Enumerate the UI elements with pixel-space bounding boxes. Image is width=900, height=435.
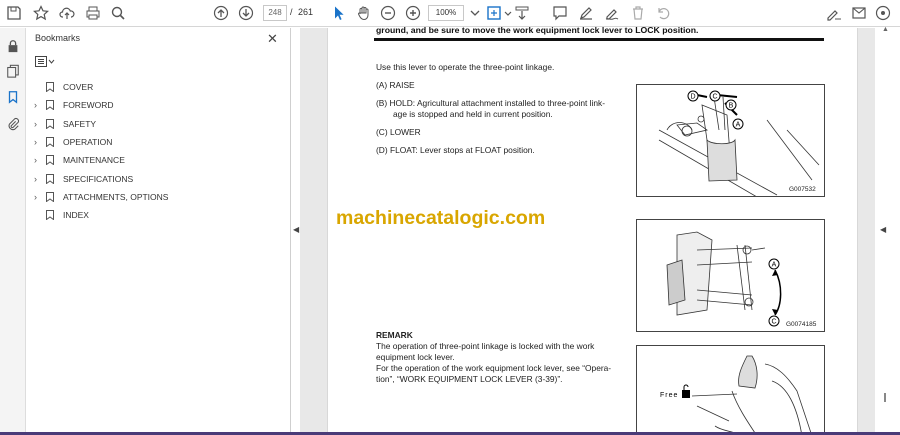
bookmark-icon: [46, 173, 54, 184]
help-icon[interactable]: [873, 3, 893, 23]
bookmark-label: MAINTENANCE: [63, 155, 125, 166]
callout-a-fig2: A: [772, 262, 777, 269]
undo-icon[interactable]: [653, 3, 673, 23]
item-float: (D) FLOAT: Lever stops at FLOAT position…: [376, 145, 535, 155]
bookmark-label: SPECIFICATIONS: [63, 173, 134, 184]
bookmark-item-foreword[interactable]: › FOREWORD: [27, 96, 291, 114]
bookmark-item-cover[interactable]: COVER: [27, 78, 291, 96]
zoom-out-icon[interactable]: [378, 3, 398, 23]
zoom-in-icon[interactable]: [403, 3, 423, 23]
linkage-illustration: A C: [666, 231, 782, 327]
bookmark-item-attachments-options[interactable]: › ATTACHMENTS, OPTIONS: [27, 188, 291, 206]
callout-c-fig2: C: [771, 319, 776, 326]
bookmark-label: INDEX: [63, 210, 89, 221]
page-total: 261: [298, 7, 314, 17]
remark-line3: For the operation of the work equipment …: [376, 363, 612, 373]
figure-lever-positions: D C B A G007532: [636, 84, 825, 197]
mail-icon[interactable]: [849, 3, 869, 23]
print-icon[interactable]: [83, 3, 103, 23]
collapse-panel-right-icon[interactable]: ◀: [880, 225, 886, 234]
next-page-icon[interactable]: [236, 3, 256, 23]
navigation-rail: [0, 28, 26, 435]
item-hold-line2: age is stopped and held in current posit…: [393, 109, 553, 119]
toolbar: 248 / 261 100%: [0, 0, 900, 27]
bookmark-label: SAFETY: [63, 118, 97, 129]
callout-a-top: A: [736, 122, 741, 129]
bookmark-label: COVER: [63, 82, 94, 93]
collapse-panel-left-icon[interactable]: ◀: [293, 225, 299, 234]
scroll-mode-icon[interactable]: [512, 3, 532, 23]
bookmark-item-operation[interactable]: › OPERATION: [27, 133, 291, 151]
bookmarks-panel: Bookmarks ✕ COVER › FOREWORD › SAFETY › …: [27, 28, 291, 435]
callout-d: D: [690, 94, 695, 101]
zoom-level-input[interactable]: 100%: [428, 5, 464, 21]
bookmark-icon: [46, 210, 54, 221]
remark-line4: tion”, “WORK EQUIPMENT LOCK LEVER (3-39)…: [376, 374, 563, 384]
bookmarks-title: Bookmarks: [35, 33, 81, 43]
bookmark-label: ATTACHMENTS, OPTIONS: [63, 191, 169, 202]
bookmark-list: COVER › FOREWORD › SAFETY › OPERATION › …: [27, 78, 291, 224]
figure-lock-lever: Free: [636, 345, 825, 435]
callout-c-top: C: [712, 94, 717, 101]
close-icon[interactable]: ✕: [267, 31, 278, 47]
lock-lever-illustration: Free: [660, 355, 813, 435]
search-icon[interactable]: [108, 3, 128, 23]
highlight-pen-icon[interactable]: [576, 3, 596, 23]
bookmark-label: FOREWORD: [63, 100, 114, 111]
bookmark-icon: [46, 155, 54, 166]
bookmark-icon: [46, 82, 54, 93]
heading-rule: [374, 38, 824, 41]
remark-title: REMARK: [376, 330, 413, 340]
attachment-icon[interactable]: [5, 116, 21, 132]
bookmark-panel-icon[interactable]: [5, 89, 21, 105]
bookmark-item-safety[interactable]: › SAFETY: [27, 115, 291, 133]
star-icon[interactable]: [31, 3, 51, 23]
chevron-right-icon[interactable]: ›: [34, 137, 44, 147]
select-cursor-icon[interactable]: [329, 3, 349, 23]
pages-thumbnail-icon[interactable]: [5, 63, 21, 79]
hand-tool-icon[interactable]: [354, 3, 374, 23]
intro-text: Use this lever to operate the three-poin…: [376, 62, 555, 72]
chevron-right-icon[interactable]: ›: [34, 155, 44, 165]
bookmark-label: OPERATION: [63, 137, 113, 148]
figure-linkage-lever: A C G0074185: [636, 219, 825, 332]
bookmark-icon: [46, 118, 54, 129]
bookmark-item-index[interactable]: INDEX: [27, 206, 291, 224]
bookmark-icon: [46, 100, 54, 111]
callout-b: B: [729, 103, 734, 110]
free-label: Free: [660, 392, 678, 399]
remark-line1: The operation of three-point linkage is …: [376, 341, 595, 351]
bookmark-icon: [46, 137, 54, 148]
figure2-code: G0074185: [786, 321, 817, 328]
remark-line2: equipment lock lever.: [376, 352, 455, 362]
chevron-right-icon[interactable]: ›: [34, 174, 44, 184]
item-raise: (A) RAISE: [376, 80, 415, 90]
fill-sign-icon[interactable]: [824, 3, 844, 23]
scroll-thumb[interactable]: [884, 393, 886, 402]
draw-signature-icon[interactable]: [602, 3, 622, 23]
item-lower: (C) LOWER: [376, 127, 421, 137]
lever-illustration: D C B A: [658, 90, 820, 196]
previous-page-icon[interactable]: [211, 3, 231, 23]
page-separator: /: [290, 7, 293, 17]
page-heading: ground, and be sure to move the work equ…: [376, 25, 699, 35]
lock-icon[interactable]: [5, 38, 21, 54]
chevron-right-icon[interactable]: ›: [34, 100, 44, 110]
watermark-text: machinecatalogic.com: [336, 207, 546, 229]
page-number-input[interactable]: 248: [263, 5, 287, 21]
save-icon[interactable]: [4, 3, 24, 23]
bookmark-item-specifications[interactable]: › SPECIFICATIONS: [27, 169, 291, 187]
bookmark-item-maintenance[interactable]: › MAINTENANCE: [27, 151, 291, 169]
comment-icon[interactable]: [550, 3, 570, 23]
scroll-up-icon[interactable]: ▲: [882, 26, 889, 33]
chevron-right-icon[interactable]: ›: [34, 119, 44, 129]
item-hold-line1: (B) HOLD: Agricultural attachment instal…: [376, 98, 606, 108]
cloud-upload-icon[interactable]: [57, 3, 77, 23]
bookmark-icon: [46, 191, 54, 202]
delete-icon[interactable]: [628, 3, 648, 23]
chevron-right-icon[interactable]: ›: [34, 192, 44, 202]
figure1-code: G007532: [789, 186, 816, 193]
zoom-dropdown-chevron-icon[interactable]: [465, 3, 485, 23]
bookmark-options-icon[interactable]: [35, 55, 55, 69]
